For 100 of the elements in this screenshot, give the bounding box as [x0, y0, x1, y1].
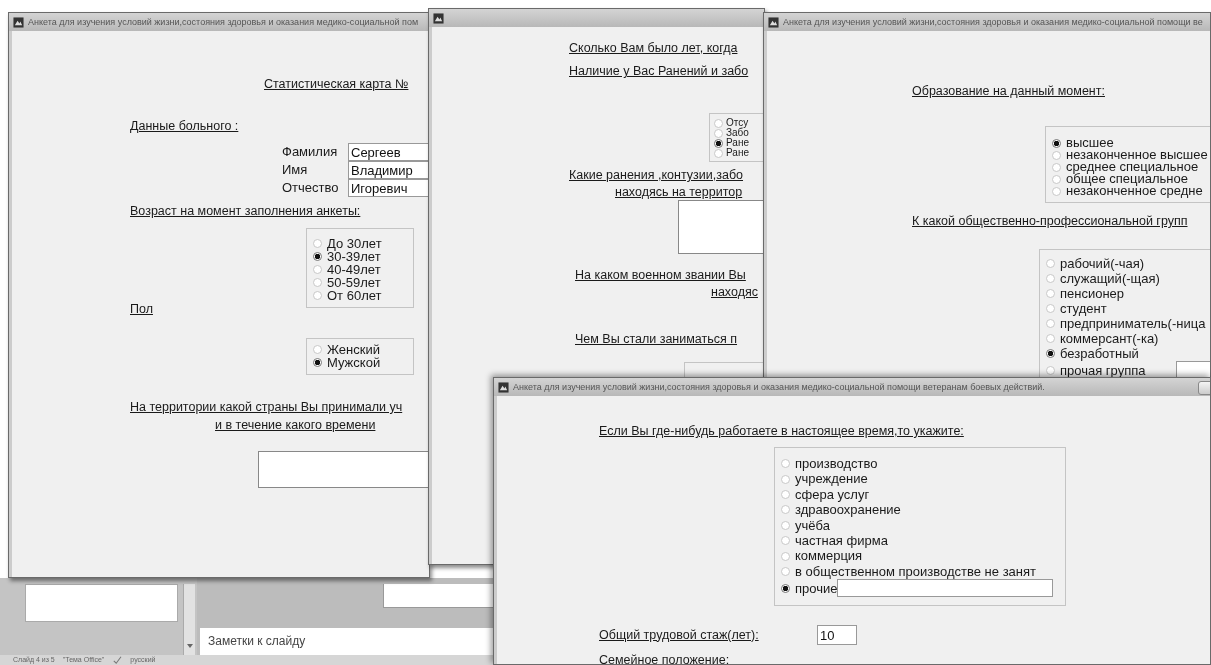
question-label: Чем Вы стали заниматься п	[575, 332, 738, 347]
option-label[interactable]: студент	[1060, 301, 1107, 316]
input-field[interactable]: Владимир	[348, 161, 429, 179]
radio-button[interactable]	[1046, 304, 1055, 313]
input-field[interactable]	[837, 579, 1054, 598]
option-label[interactable]: учреждение	[795, 471, 868, 487]
option-label[interactable]: прочая группа	[1060, 362, 1146, 378]
option-label[interactable]: пенсионер	[1060, 286, 1125, 301]
radio-button[interactable]	[781, 490, 790, 499]
option-label[interactable]: 50-59лет	[327, 276, 381, 289]
option-label[interactable]: Ране	[726, 138, 749, 148]
radio-button[interactable]	[313, 278, 322, 287]
radio-button[interactable]	[1052, 186, 1061, 196]
radio-button[interactable]	[1046, 274, 1055, 283]
text-area[interactable]	[678, 200, 764, 254]
input-field[interactable]: Сергеев	[348, 143, 429, 161]
radio-button[interactable]	[1046, 259, 1055, 268]
question-label: На каком военном звании Вы	[575, 268, 746, 283]
notes-field[interactable]: Заметки к слайду	[200, 628, 493, 655]
scroll-down-icon	[185, 643, 194, 649]
window-title: Анкета для изучения условий жизни,состояния здоровья и оказания медико-социальной помощи ве	[783, 17, 1203, 27]
field-label: Имя	[282, 161, 309, 179]
radio-button[interactable]	[714, 148, 723, 158]
radio-button[interactable]	[781, 551, 790, 561]
radio-button[interactable]	[714, 118, 723, 128]
radio-button[interactable]	[1052, 138, 1061, 148]
option-label[interactable]: незаконченное средне	[1066, 185, 1203, 197]
radio-button[interactable]	[313, 345, 322, 354]
option-label[interactable]: частная фирма	[795, 533, 888, 549]
option-label[interactable]: сфера услуг	[795, 486, 870, 503]
option-label[interactable]: До 30лет	[327, 237, 382, 250]
radio-button[interactable]	[781, 567, 790, 577]
question-label: Семейное положение:	[599, 653, 730, 664]
question-label: Возраст на момент заполнения анкеты:	[130, 204, 361, 219]
radio-button[interactable]	[313, 291, 322, 300]
question-label: Если Вы где-нибудь работаете в настоящее время,то укажите:	[599, 424, 964, 439]
option-label[interactable]: Забо	[726, 128, 749, 138]
question-label: Сколько Вам было лет, когда	[569, 41, 738, 56]
radio-button[interactable]	[1046, 349, 1055, 358]
window-title: Анкета для изучения условий жизни,состояния здоровья и оказания медико-социальной помощи ветеранам боевых действий.	[513, 382, 1045, 392]
option-label[interactable]: Ране	[726, 148, 749, 158]
radio-button[interactable]	[781, 505, 790, 515]
app-icon	[433, 12, 444, 24]
option-label[interactable]: Мужской	[327, 356, 381, 369]
option-label[interactable]: безработный	[1060, 346, 1139, 361]
app-icon	[13, 16, 24, 28]
question-label: Наличие у Вас Ранений и забо	[569, 64, 749, 79]
option-label[interactable]: 30-39лет	[327, 250, 381, 263]
option-label[interactable]: коммерция	[795, 548, 863, 564]
option-label[interactable]: рабочий(-чая)	[1060, 256, 1145, 271]
option-label[interactable]: Женский	[327, 343, 380, 356]
option-label[interactable]: прочие	[795, 580, 838, 596]
question-label: и в течение какого времени	[215, 418, 376, 433]
radio-button[interactable]	[781, 520, 790, 530]
option-label[interactable]: здравоохранение	[795, 502, 901, 518]
radio-button[interactable]	[1046, 319, 1055, 328]
question-label: Какие ранения ,контузии,забо	[569, 168, 743, 183]
slide-thumbnail[interactable]	[25, 584, 178, 622]
app-icon	[498, 381, 509, 393]
question-label: К какой общественно-профессиональной групп	[912, 214, 1188, 229]
option-label[interactable]: 40-49лет	[327, 263, 381, 276]
app-icon	[768, 16, 779, 28]
radio-button[interactable]	[313, 239, 322, 248]
radio-button[interactable]	[1046, 365, 1055, 375]
radio-button[interactable]	[1052, 150, 1061, 160]
field-label: Отчество	[282, 179, 340, 197]
question-label: Образование на данный момент:	[912, 84, 1105, 99]
input-field[interactable]: Игоревич	[348, 179, 429, 197]
option-label[interactable]: коммерсант(-ка)	[1060, 331, 1159, 346]
option-label[interactable]: в общественном производстве не занят	[795, 563, 1036, 580]
option-label[interactable]: служащий(-щая)	[1060, 271, 1160, 286]
input-field[interactable]: 10	[817, 625, 857, 646]
option-label[interactable]: учёба	[795, 517, 830, 534]
radio-button[interactable]	[1046, 334, 1055, 343]
option-label[interactable]: среднее специальное	[1066, 161, 1199, 173]
radio-button[interactable]	[1052, 162, 1061, 172]
option-label[interactable]: производство	[795, 456, 878, 472]
radio-button[interactable]	[781, 474, 790, 484]
option-label[interactable]: Отсу	[726, 118, 749, 128]
question-label: находяс	[711, 285, 758, 300]
radio-button[interactable]	[1052, 174, 1061, 184]
option-label[interactable]: общее специальное	[1066, 173, 1188, 185]
radio-button[interactable]	[313, 265, 322, 274]
question-label: Данные больного :	[130, 119, 239, 134]
scrollbar[interactable]	[183, 584, 195, 655]
radio-button[interactable]	[781, 536, 790, 546]
option-label[interactable]: предприниматель(-ница	[1060, 316, 1206, 331]
radio-button[interactable]	[781, 583, 790, 593]
radio-button[interactable]	[313, 358, 322, 367]
text-area[interactable]	[258, 451, 429, 488]
option-label[interactable]: незаконченное высшее	[1066, 149, 1208, 161]
question-label: На территории какой страны Вы принимали уч	[130, 400, 403, 415]
radio-button[interactable]	[1046, 289, 1055, 298]
option-label[interactable]: От 60лет	[327, 289, 382, 302]
question-label: Пол	[130, 302, 153, 317]
radio-button[interactable]	[714, 128, 723, 138]
radio-button[interactable]	[781, 459, 790, 469]
option-label[interactable]: высшее	[1066, 137, 1114, 149]
radio-button[interactable]	[714, 138, 723, 148]
radio-button[interactable]	[313, 252, 322, 261]
